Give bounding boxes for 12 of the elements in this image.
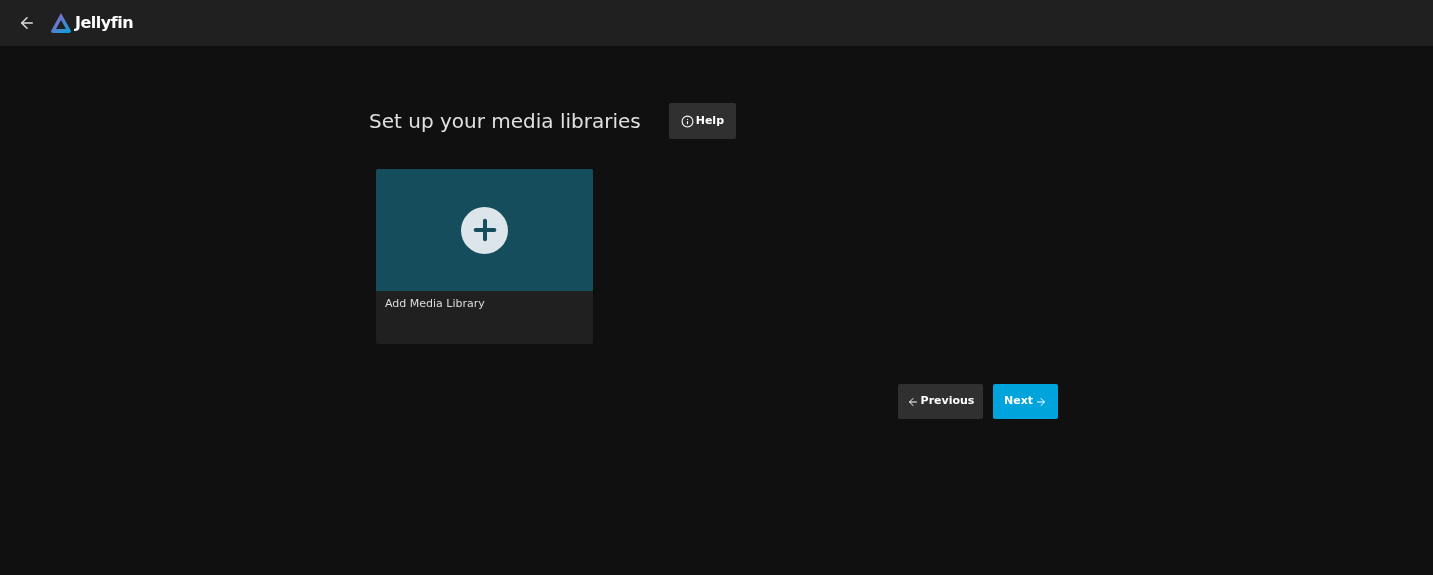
add-library-card[interactable]: Add Media Library [376, 169, 593, 344]
logo-icon [50, 12, 72, 34]
add-icon [461, 206, 508, 254]
previous-button[interactable]: Previous [898, 384, 983, 419]
back-button[interactable] [18, 14, 36, 32]
arrow-left-icon [906, 395, 919, 408]
back-icon [18, 14, 36, 32]
app-name: Jellyfin [75, 12, 134, 34]
page-title: Set up your media libraries [369, 108, 641, 135]
arrow-right-icon [1035, 395, 1047, 408]
info-icon [680, 114, 694, 128]
help-button[interactable]: Help [668, 103, 736, 139]
